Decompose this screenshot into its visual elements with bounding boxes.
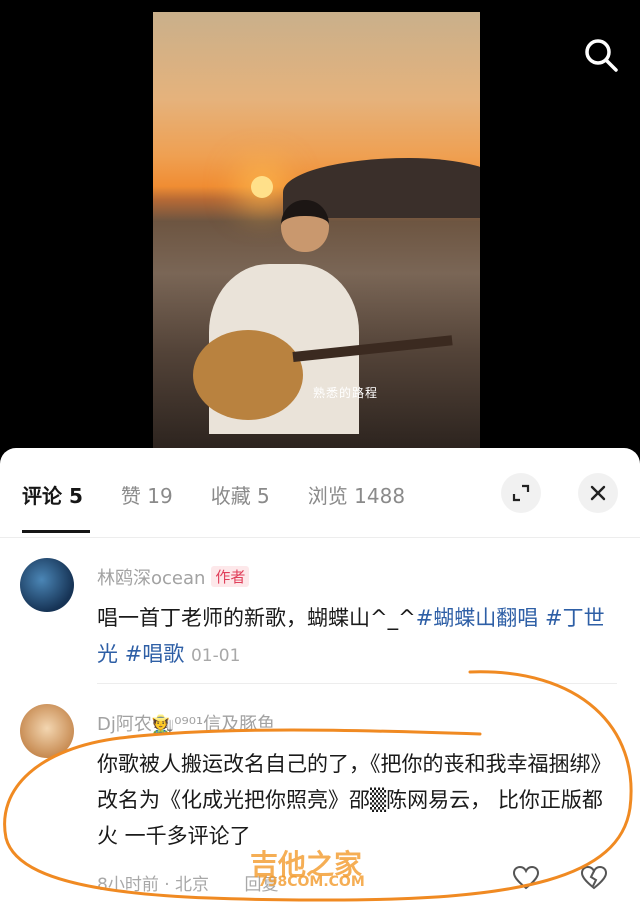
guitar — [193, 330, 303, 420]
expand-button[interactable] — [501, 473, 541, 513]
comment-item: 林鸥深ocean 作者 唱一首丁老师的新歌，蝴蝶山^_^#蝴蝶山翻唱 #丁世光 #… — [20, 558, 630, 678]
sunset-sun — [251, 176, 273, 198]
active-tab-indicator — [22, 530, 90, 533]
comment-author[interactable]: 林鸥深ocean 作者 — [97, 564, 250, 590]
comment-sheet: 评论 5 赞 19 收藏 5 浏览 1488 林鸥深ocean 作者 唱一首丁老师… — [0, 448, 640, 905]
tab-views[interactable]: 浏览 1488 — [308, 480, 405, 509]
video-caption: 熟悉的路程 — [313, 386, 379, 400]
singer-head — [281, 200, 329, 252]
hashtag[interactable]: #蝴蝶山翻唱 — [416, 606, 539, 630]
close-icon — [590, 485, 606, 501]
search-icon[interactable] — [584, 38, 618, 72]
tab-comments[interactable]: 评论 5 — [22, 480, 83, 509]
expand-icon — [512, 484, 530, 502]
comment-text: 唱一首丁老师的新歌，蝴蝶山^_^#蝴蝶山翻唱 #丁世光 #唱歌 01-01 — [97, 606, 605, 666]
tabs-divider — [0, 537, 640, 538]
tab-likes[interactable]: 赞 19 — [121, 480, 173, 509]
sheet-tabs: 评论 5 赞 19 收藏 5 浏览 1488 — [22, 480, 443, 509]
tab-favorites[interactable]: 收藏 5 — [211, 480, 270, 509]
author-badge: 作者 — [211, 566, 250, 587]
close-button[interactable] — [578, 473, 618, 513]
watermark-url: 798COM.COM — [258, 874, 365, 890]
hashtag[interactable]: #唱歌 — [125, 642, 185, 666]
comment-date: 01-01 — [190, 646, 241, 666]
avatar[interactable] — [20, 558, 74, 612]
video-player[interactable]: 熟悉的路程 — [153, 12, 480, 448]
